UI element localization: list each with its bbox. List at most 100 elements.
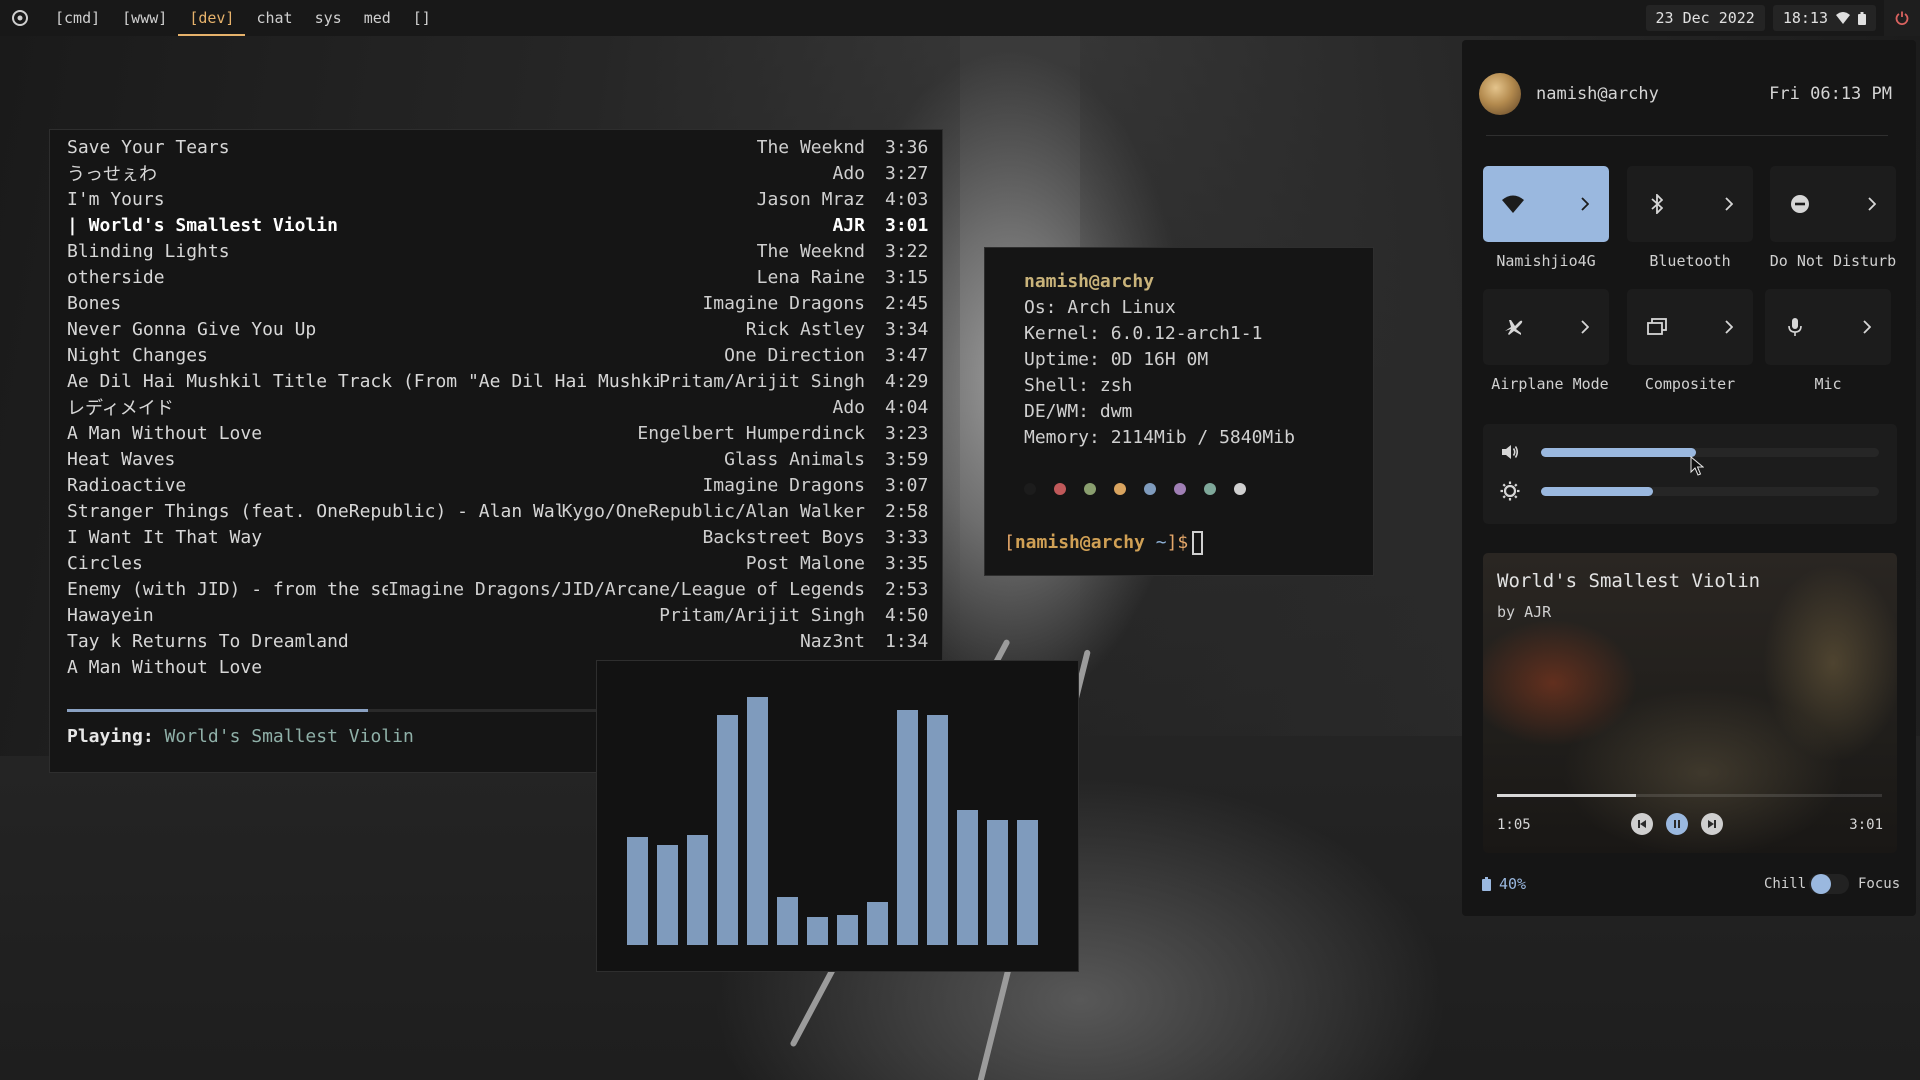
song-artist: Glass Animals	[724, 448, 865, 470]
audio-visualizer	[596, 660, 1079, 972]
palette-dot	[1234, 483, 1246, 495]
power-button[interactable]	[1884, 0, 1920, 36]
song-row[interactable]: | World's Smallest Violin AJR 3:01	[67, 212, 928, 238]
song-dur: 3:15	[885, 266, 929, 288]
song-row[interactable]: Save Your Tears The Weeknd 3:36	[67, 134, 928, 160]
chevron-right-icon[interactable]	[1575, 315, 1595, 339]
media-progress[interactable]	[1497, 794, 1882, 797]
previous-button[interactable]	[1631, 813, 1653, 835]
song-row[interactable]: Never Gonna Give You Up Rick Astley 3:34	[67, 316, 928, 342]
quick-toggle-label: Compositer	[1644, 375, 1736, 393]
song-row[interactable]: Radioactive Imagine Dragons 3:07	[67, 472, 928, 498]
now-playing: Playing: World's Smallest Violin	[67, 726, 414, 747]
prompt-bracket-open: [	[1004, 532, 1015, 553]
workspace-tag[interactable]: []	[402, 0, 442, 36]
chevron-right-icon[interactable]	[1862, 192, 1882, 216]
song-row[interactable]: Hawayein Pritam/Arijit Singh 4:50	[67, 602, 929, 628]
launcher-icon[interactable]	[10, 8, 30, 28]
shell-prompt[interactable]: [namish@archy ~]$	[1004, 531, 1204, 555]
date-pill[interactable]: 23 Dec 2022	[1645, 5, 1765, 31]
battery-icon	[1482, 877, 1491, 891]
chevron-right-icon[interactable]	[1719, 315, 1739, 339]
song-title: Tay k Returns To Dreamland	[67, 630, 349, 652]
pause-icon	[1674, 820, 1680, 828]
quick-toggle-airplane-mode[interactable]	[1483, 289, 1609, 365]
song-row[interactable]: うっせぇわ Ado 3:27	[67, 160, 928, 186]
song-artist: Rick Astley	[745, 318, 865, 340]
quick-toggle-namishjio4g[interactable]	[1483, 166, 1609, 242]
song-row[interactable]: Night Changes One Direction 3:47	[67, 342, 929, 368]
song-row[interactable]: Ae Dil Hai Mushkil Title Track (From "Ae…	[67, 368, 928, 394]
visualizer-bar	[927, 715, 948, 945]
song-artist: Pritam/Arijit Singh	[659, 604, 865, 626]
wifi-status-icon	[1836, 12, 1850, 24]
visualizer-bar	[897, 710, 918, 945]
song-row[interactable]: A Man Without Love Engelbert Humperdinck 3…	[67, 420, 928, 446]
song-row[interactable]: Bones Imagine Dragons 2:45	[67, 290, 929, 316]
palette-dot	[1024, 483, 1036, 495]
workspace-tag[interactable]: [dev]	[178, 0, 246, 36]
pause-button[interactable]	[1666, 813, 1688, 835]
quick-toggle-compositer[interactable]	[1627, 289, 1753, 365]
volume-slider[interactable]	[1541, 448, 1879, 457]
power-icon	[1895, 11, 1909, 25]
volume-icon[interactable]	[1497, 439, 1523, 465]
song-row[interactable]: レディメイド Ado 4:04	[67, 394, 928, 420]
song-title: Hawayein	[67, 604, 154, 626]
song-artist: Lena Raine	[756, 266, 865, 288]
workspace-tag[interactable]: [cmd]	[44, 0, 111, 36]
song-artist: Engelbert Humperdinck	[637, 422, 865, 444]
workspace-tag[interactable]: sys	[304, 0, 353, 36]
chevron-right-icon[interactable]	[1719, 192, 1739, 216]
quick-toggle-do-not-disturb[interactable]	[1770, 166, 1896, 242]
mode-toggle[interactable]	[1809, 874, 1849, 894]
visualizer-bar	[777, 897, 798, 945]
chevron-right-icon[interactable]	[1857, 315, 1877, 339]
song-row[interactable]: Heat Waves Glass Animals 3:59	[67, 446, 929, 472]
song-row[interactable]: Enemy (with JID) - from the seriesImagin…	[67, 576, 928, 602]
song-row[interactable]: Circles Post Malone 3:35	[67, 550, 928, 576]
next-icon	[1708, 820, 1716, 828]
next-button[interactable]	[1701, 813, 1723, 835]
song-dur: 3:47	[885, 344, 929, 366]
song-dur: 4:03	[885, 188, 929, 210]
song-title: I'm Yours	[67, 188, 165, 210]
song-title: Radioactive	[67, 474, 187, 496]
song-artist: Naz3nt	[799, 630, 865, 652]
song-row[interactable]: otherside Lena Raine 3:15	[67, 264, 929, 290]
sysinfo-line: Shell: zsh	[1024, 375, 1133, 396]
song-title: Save Your Tears	[67, 136, 230, 158]
song-dur: 2:45	[885, 292, 929, 314]
song-row[interactable]: Stranger Things (feat. OneRepublic) - Al…	[67, 498, 928, 524]
time-pill[interactable]: 18:13	[1772, 5, 1876, 31]
palette-dot	[1054, 483, 1066, 495]
terminal-window[interactable]: namish@archy Os: Arch Linux Kernel: 6.0.1…	[984, 247, 1374, 576]
quick-toggle-label: Namishjio4G	[1496, 252, 1596, 270]
workspace-tag[interactable]: med	[353, 0, 402, 36]
prompt-bracket-close: ]$	[1166, 532, 1189, 553]
quick-toggle-mic[interactable]	[1765, 289, 1891, 365]
workspace-tag[interactable]: chat	[245, 0, 303, 36]
brightness-slider[interactable]	[1541, 487, 1879, 496]
terminal-user-host: namish@archy	[1024, 271, 1155, 292]
quick-toggle-label: Bluetooth	[1649, 252, 1731, 270]
chevron-right-icon[interactable]	[1575, 192, 1595, 216]
song-row[interactable]: Tay k Returns To Dreamland Naz3nt 1:34	[67, 628, 928, 654]
quick-toggle-bluetooth[interactable]	[1627, 166, 1753, 242]
visualizer-bar	[987, 820, 1008, 945]
visualizer-bar	[657, 845, 678, 945]
song-title: うっせぇわ	[67, 164, 157, 185]
song-row[interactable]: I Want It That Way Backstreet Boys 3:33	[67, 524, 928, 550]
song-artist: Pritam/Arijit Singh	[659, 370, 865, 392]
color-palette	[1024, 483, 1246, 495]
song-row[interactable]: Blinding Lights The Weeknd 3:22	[67, 238, 928, 264]
song-dur: 4:50	[885, 604, 929, 626]
palette-dot	[1204, 483, 1216, 495]
brightness-icon[interactable]	[1497, 478, 1523, 504]
workspace-tag[interactable]: [www]	[111, 0, 178, 36]
mouse-cursor	[1690, 456, 1704, 476]
avatar[interactable]	[1479, 73, 1521, 115]
visualizer-bar	[687, 835, 708, 945]
song-row[interactable]: I'm Yours Jason Mraz 4:03	[67, 186, 929, 212]
song-dur: 3:59	[885, 448, 929, 470]
